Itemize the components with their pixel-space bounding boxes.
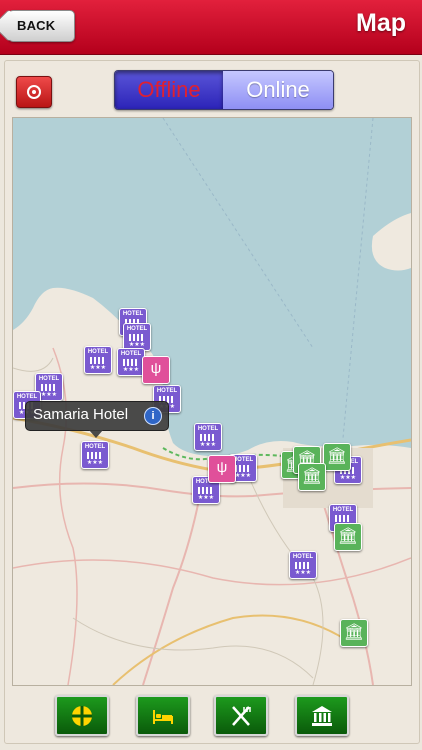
restaurant-icon: ψ [216, 459, 228, 476]
navigation-bar: BACK Map [0, 0, 422, 55]
museum-icon [312, 706, 332, 726]
segment-offline[interactable]: Offline [115, 71, 223, 109]
category-toolbar [0, 690, 422, 750]
info-icon[interactable]: i [144, 407, 162, 425]
hotel-pin[interactable]: HOTEL★★★ [84, 346, 112, 374]
museum-icon: 🏛 [337, 528, 359, 545]
hotel-pin[interactable]: HOTEL★★★ [289, 551, 317, 579]
back-label: BACK [17, 18, 56, 33]
back-button[interactable]: BACK [8, 10, 75, 42]
all-places-button[interactable] [55, 695, 109, 736]
segment-offline-label: Offline [137, 77, 201, 102]
museum-icon: 🏛 [343, 624, 365, 641]
hotel-pin[interactable]: HOTEL★★★ [123, 323, 151, 351]
museum-icon: 🏛 [326, 448, 348, 465]
restaurant-pin[interactable]: ψ [142, 356, 170, 384]
hotel-pin[interactable]: HOTEL★★★ [194, 423, 222, 451]
hotel-pin[interactable]: HOTEL★★★ [81, 441, 109, 469]
segment-online-label: Online [246, 77, 310, 102]
museums-button[interactable] [295, 695, 349, 736]
museum-pin[interactable]: 🏛 [334, 523, 362, 551]
hotel-pin[interactable]: HOTEL★★★ [117, 348, 145, 376]
callout-title: Samaria Hotel [33, 406, 129, 423]
museum-pin[interactable]: 🏛 [298, 463, 326, 491]
museum-pin[interactable]: 🏛 [340, 619, 368, 647]
map-mode-segmented-control: Offline Online [114, 70, 334, 110]
locate-button[interactable] [16, 76, 52, 108]
museum-icon: 🏛 [301, 468, 323, 485]
bed-icon [153, 710, 173, 724]
restaurants-button[interactable] [214, 695, 268, 736]
restaurant-icon: ψ [150, 360, 162, 377]
fork-knife-icon [232, 706, 251, 726]
target-icon [27, 85, 41, 99]
museum-pin[interactable]: 🏛 [323, 443, 351, 471]
crosshair-icon [72, 706, 92, 726]
map-view[interactable]: HOTEL★★★ HOTEL★★★ HOTEL★★★ HOTEL★★★ HOTE… [12, 117, 412, 686]
segment-online[interactable]: Online [223, 71, 333, 109]
page-title: Map [356, 9, 406, 37]
hotels-button[interactable] [136, 695, 190, 736]
restaurant-pin[interactable]: ψ [208, 455, 236, 483]
map-callout[interactable]: Samaria Hotel i [25, 401, 169, 438]
